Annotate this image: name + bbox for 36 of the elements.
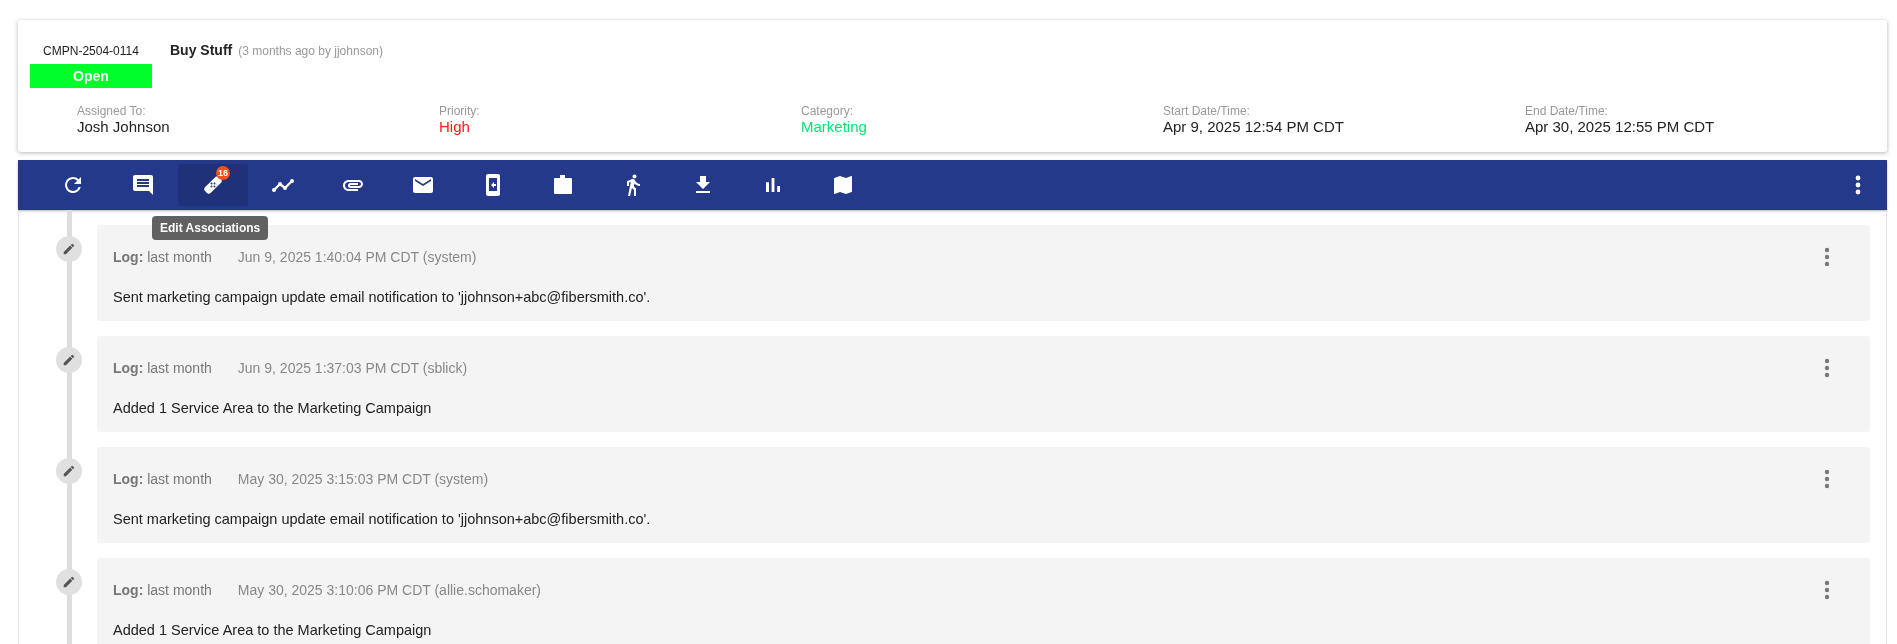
more-vertical-icon — [1824, 580, 1830, 600]
field-label: End Date/Time: — [1525, 104, 1609, 118]
record-id: CMPN-2504-0114 — [43, 44, 139, 58]
log-message: Added 1 Service Area to the Marketing Campaign — [113, 400, 433, 416]
field-value: Apr 9, 2025 12:54 PM CDT — [1163, 118, 1345, 135]
log-message: Added 1 Service Area to the Marketing Campaign — [113, 622, 433, 638]
log-timestamp: May 30, 2025 3:10:06 PM CDT (allie.schomaker) — [237, 582, 542, 598]
tooltip: Edit Associations — [152, 216, 269, 240]
log-heading: Log: last month — [113, 471, 212, 487]
field-value: Apr 30, 2025 12:55 PM CDT — [1525, 118, 1716, 135]
field-value: Josh Johnson — [77, 118, 171, 135]
more-vertical-icon — [1824, 247, 1830, 267]
status-badge: Open — [30, 64, 152, 88]
log-message: Sent marketing campaign update email notification to 'jjohnson+abc@fibersmith.co'. — [113, 511, 652, 527]
record-title: Buy Stuff — [170, 42, 233, 58]
more-vertical-icon — [1824, 358, 1830, 378]
map-icon — [831, 173, 855, 197]
field-value: Marketing — [801, 118, 868, 135]
field-label: Category: — [801, 104, 855, 118]
briefcase-icon — [551, 173, 575, 197]
field-label: Assigned To: — [77, 104, 147, 118]
log-timestamp: Jun 9, 2025 1:40:04 PM CDT (system) — [237, 249, 477, 265]
count-badge: 16 — [216, 166, 230, 180]
field-label: Start Date/Time: — [1163, 104, 1251, 118]
log-timestamp: Jun 9, 2025 1:37:03 PM CDT (sblick) — [237, 360, 468, 376]
more-vertical-icon — [1855, 175, 1861, 195]
log-heading: Log: last month — [113, 360, 212, 376]
log-heading: Log: last month — [113, 582, 212, 598]
field-value: High — [439, 118, 471, 135]
comment-icon — [131, 173, 155, 197]
log-heading: Log: last month — [113, 249, 212, 265]
log-timestamp: May 30, 2025 3:15:03 PM CDT (system) — [237, 471, 489, 487]
more-vertical-icon — [1824, 469, 1830, 489]
log-message: Sent marketing campaign update email notification to 'jjohnson+abc@fibersmith.co'. — [113, 289, 652, 305]
field-label: Priority: — [439, 104, 481, 118]
record-meta: (3 months ago by jjohnson) — [238, 44, 383, 58]
